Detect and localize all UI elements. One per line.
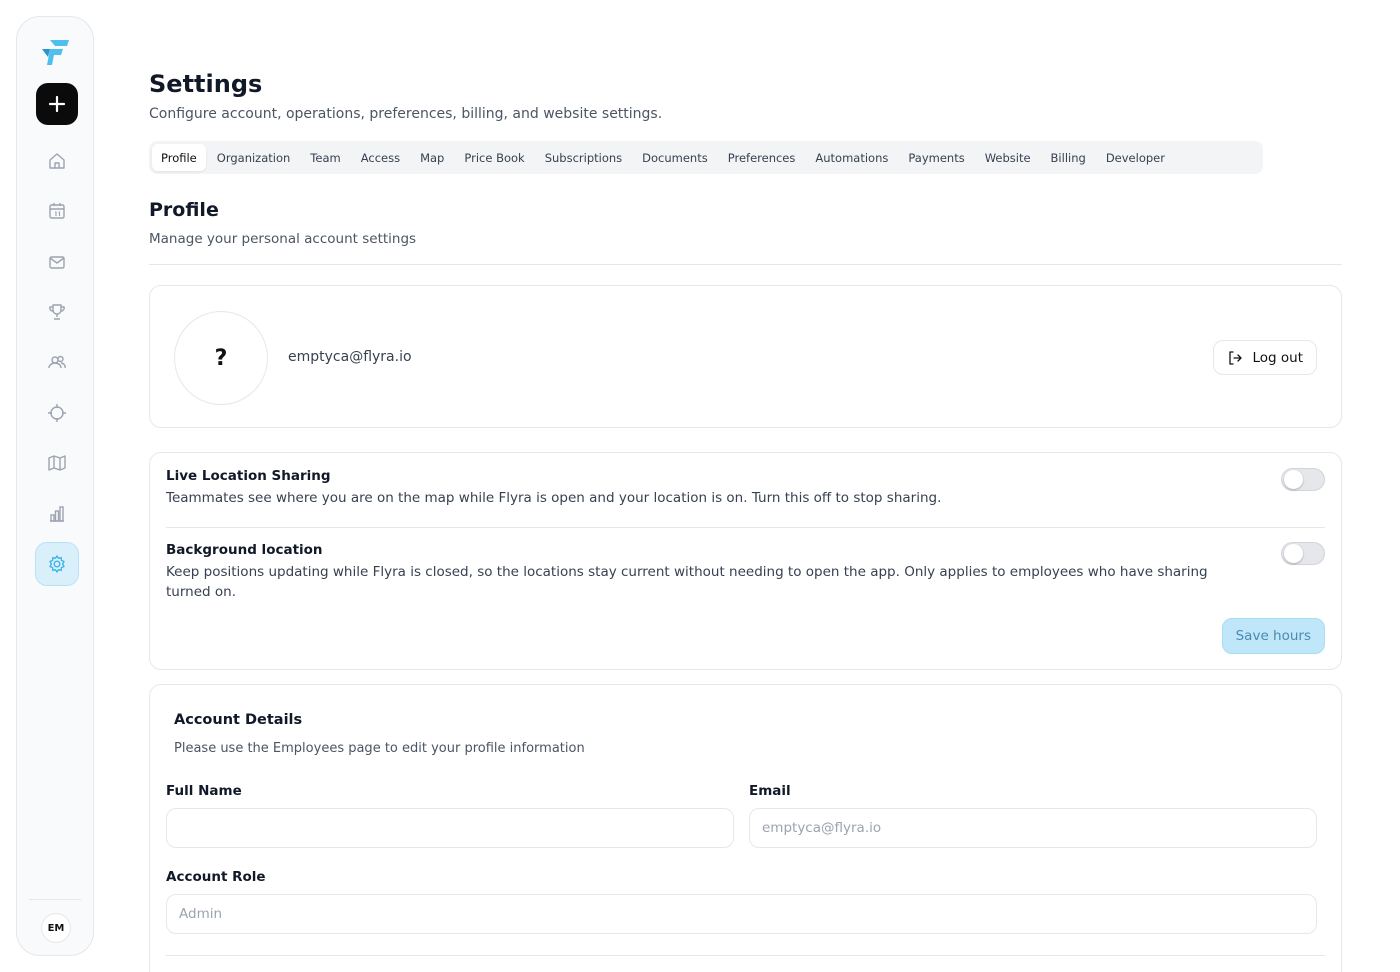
tab-preferences[interactable]: Preferences (719, 144, 805, 171)
logout-label: Log out (1252, 349, 1303, 366)
settings-tabs: Profile Organization Team Access Map Pri… (149, 141, 1263, 174)
gear-icon (49, 555, 65, 573)
bar-chart-icon (50, 506, 64, 522)
flyra-logo[interactable] (41, 37, 71, 67)
sidebar-item-reports[interactable] (35, 492, 79, 536)
sidebar-item-team[interactable] (35, 340, 79, 384)
tab-access[interactable]: Access (352, 144, 409, 171)
profile-section-subtitle: Manage your personal account settings (149, 231, 417, 247)
sidebar-item-calendar[interactable] (35, 189, 79, 233)
plus-icon (48, 95, 66, 113)
background-location-description: Keep positions updating while Flyra is c… (166, 564, 1208, 600)
user-avatar[interactable]: EM (41, 913, 71, 943)
sidebar-item-achievements[interactable] (35, 290, 79, 334)
full-name-label: Full Name (166, 783, 242, 799)
section-divider (149, 264, 1342, 265)
tab-website[interactable]: Website (976, 144, 1040, 171)
tab-payments[interactable]: Payments (899, 144, 973, 171)
sidebar-item-map[interactable] (35, 441, 79, 485)
tab-team[interactable]: Team (301, 144, 349, 171)
live-location-toggle[interactable] (1281, 468, 1325, 491)
sidebar-item-inbox[interactable] (35, 240, 79, 284)
tab-price-book[interactable]: Price Book (455, 144, 533, 171)
sidebar: EM (16, 16, 94, 956)
full-name-input[interactable] (166, 808, 734, 848)
tab-automations[interactable]: Automations (806, 144, 897, 171)
live-location-description: Teammates see where you are on the map w… (166, 490, 942, 506)
page-title: Settings (149, 70, 263, 98)
live-location-title: Live Location Sharing (166, 468, 331, 484)
tab-organization[interactable]: Organization (208, 144, 300, 171)
profile-avatar[interactable]: ? (174, 311, 268, 405)
map-icon (48, 455, 66, 471)
calendar-icon (49, 203, 65, 219)
users-icon (48, 355, 66, 369)
crosshair-icon (48, 404, 66, 422)
account-details-subtitle: Please use the Employees page to edit yo… (174, 741, 585, 756)
sidebar-divider (29, 899, 81, 900)
profile-email: emptyca@flyra.io (288, 349, 412, 365)
tab-subscriptions[interactable]: Subscriptions (536, 144, 631, 171)
background-location-toggle[interactable] (1281, 542, 1325, 565)
profile-section-title: Profile (149, 199, 219, 221)
account-details-card: Account Details Please use the Employees… (149, 684, 1342, 972)
account-divider (166, 955, 1325, 956)
background-location-title: Background location (166, 542, 323, 558)
email-label: Email (749, 783, 791, 799)
account-role-label: Account Role (166, 869, 266, 885)
logout-icon (1229, 350, 1243, 365)
tab-billing[interactable]: Billing (1042, 144, 1095, 171)
save-hours-button[interactable]: Save hours (1221, 618, 1325, 654)
sidebar-item-home[interactable] (35, 139, 79, 183)
location-sharing-card: Live Location Sharing Teammates see wher… (149, 452, 1342, 670)
account-role-input[interactable] (166, 894, 1317, 934)
trophy-icon (49, 304, 65, 320)
sidebar-item-tracking[interactable] (35, 391, 79, 435)
email-input[interactable] (749, 808, 1317, 848)
profile-card: ? emptyca@flyra.io Log out (149, 285, 1342, 428)
home-icon (49, 153, 65, 169)
tab-map[interactable]: Map (411, 144, 453, 171)
location-divider (166, 527, 1325, 528)
mail-icon (49, 256, 65, 269)
create-new-button[interactable] (36, 83, 78, 125)
tab-profile[interactable]: Profile (152, 144, 206, 171)
logout-button[interactable]: Log out (1213, 340, 1317, 375)
account-details-title: Account Details (174, 712, 303, 728)
tab-developer[interactable]: Developer (1097, 144, 1174, 171)
tab-documents[interactable]: Documents (633, 144, 717, 171)
page-subtitle: Configure account, operations, preferenc… (149, 106, 663, 122)
sidebar-item-settings[interactable] (35, 542, 79, 586)
